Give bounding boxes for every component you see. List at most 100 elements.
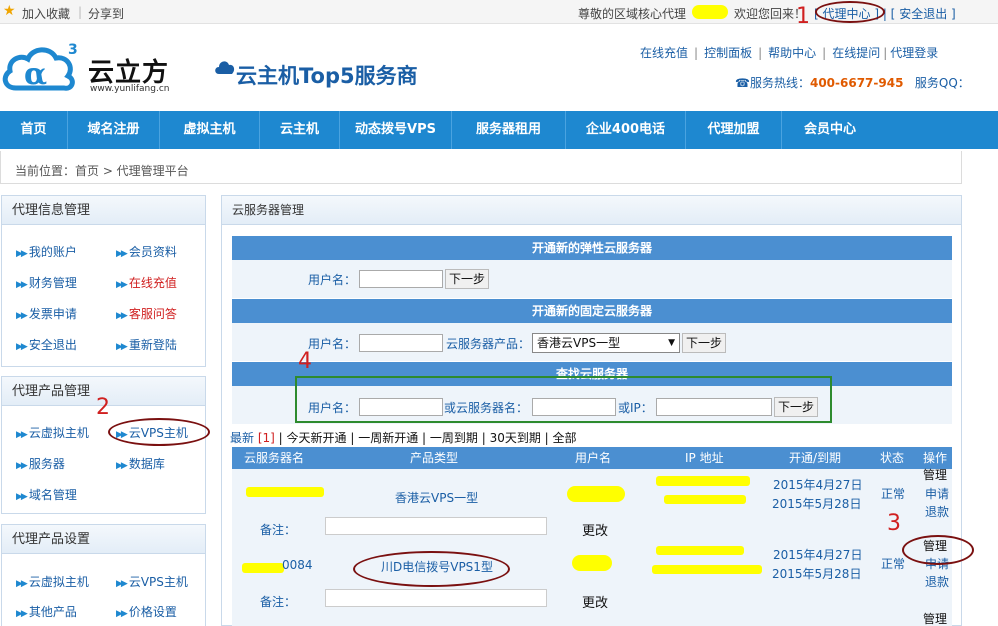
nav-domain[interactable]: 域名注册 [68,111,160,149]
redacted-username [572,555,612,571]
panel-title: 代理信息管理 [2,196,205,225]
filter-latest[interactable]: 最新 [230,431,254,445]
phone-icon: ☎ [735,76,750,90]
agent-login-link[interactable]: 代理登录 [890,46,938,60]
sidebar-item-relogin[interactable]: ▶▶ 重新登陆 [116,336,177,353]
dropdown-arrow-icon: ▼ [668,338,675,348]
nav-member-center[interactable]: 会员中心 [782,111,878,149]
row2-refund-link[interactable]: 退款 [925,573,949,590]
sidebar-item-domain-manage[interactable]: ▶▶ 域名管理 [16,486,77,503]
fixed-section-title: 开通新的固定云服务器 [232,299,952,323]
row1-refund-link[interactable]: 退款 [925,503,949,520]
filter-today[interactable]: 今天新开通 [287,431,347,445]
elastic-form: 用户名： 下一步 [232,260,952,298]
sidebar-item-my-account[interactable]: ▶▶ 我的账户 [16,243,77,260]
product-select[interactable]: 香港云VPS一型 ▼ [532,333,680,353]
row1-status: 正常 [881,487,906,501]
breadcrumb: 当前位置：首页 > 代理管理平台 [0,151,962,184]
sidebar-item-invoice[interactable]: ▶▶ 发票申请 [16,305,77,322]
row1-note-label: 备注： [260,523,297,537]
help-center-link[interactable]: 帮助中心 [768,46,816,60]
fixed-next-button[interactable]: 下一步 [682,333,727,353]
row1-update-button[interactable]: 更改 [582,520,608,539]
sidebar-item-cloud-virtual-host[interactable]: ▶▶ 云虚拟主机 [16,424,89,441]
svg-text:α: α [24,57,47,92]
redacted-server-name [246,487,324,497]
annotation-2: 2 [96,395,110,420]
filter-week-new[interactable]: 一周新开通 [358,431,418,445]
sidebar-item-other-products[interactable]: ▶▶ 其他产品 [16,603,77,620]
sidebar-item-server[interactable]: ▶▶ 服务器 [16,455,65,472]
hotline: ☎服务热线：400-6677-945 服务QQ： [735,74,970,91]
annotation-oval-cloud-vps [108,418,210,446]
sidebar-item-member-profile[interactable]: ▶▶ 会员资料 [116,243,177,260]
header-links: 在线充值 | 控制面板 | 帮助中心 | 在线提问 | 代理登录 [640,46,939,60]
sidebar-item-price-settings[interactable]: ▶▶ 价格设置 [116,603,177,620]
row1-product[interactable]: 香港云VPS一型 [395,489,478,506]
brand-url: www.yunlifang.cn [90,84,170,94]
sidebar-item-recharge[interactable]: ▶▶ 在线充值 [116,274,177,291]
row2-open-date: 2015年4月27日 [773,548,863,562]
redacted-server-name [242,563,284,573]
row2-update-button[interactable]: 更改 [582,592,608,611]
row2-server-name[interactable]: 0084 [282,558,313,572]
row1-open-date: 2015年4月27日 [773,478,863,492]
nav-agent-join[interactable]: 代理加盟 [686,111,782,149]
row2-note-label: 备注： [260,595,297,609]
row3-manage-link[interactable]: 管理 [923,610,947,626]
sidebar-item-database[interactable]: ▶▶ 数据库 [116,455,165,472]
filter-30day-expire[interactable]: 30天到期 [490,431,541,445]
nav-server-rental[interactable]: 服务器租用 [452,111,566,149]
filter-all[interactable]: 全部 [553,431,577,445]
panel-title: 代理产品设置 [2,525,205,554]
col-open-expire: 开通/到期 [789,451,842,465]
qq-label: 服务QQ： [914,76,970,90]
cloud-logo-icon[interactable]: α 3 [2,40,88,96]
agent-settings-panel: 代理产品设置 ▶▶ 云虚拟主机 ▶▶ 云VPS主机 ▶▶ 其他产品 ▶▶ 价格设置 [1,524,206,626]
divider: | [78,5,83,19]
sidebar-item-settings-vps[interactable]: ▶▶ 云VPS主机 [116,573,188,590]
nav-home[interactable]: 首页 [0,111,68,149]
main-nav: 首页 域名注册 虚拟主机 云主机 动态拨号VPS 服务器租用 企业400电话 代… [0,111,998,149]
elastic-username-input[interactable] [359,270,443,288]
row1-apply-link[interactable]: 申请 [925,485,949,502]
sidebar-item-support-qa[interactable]: ▶▶ 客服问答 [116,305,177,322]
logout-link[interactable]: 安全退出 [899,7,947,21]
col-status: 状态 [880,451,905,465]
annotation-oval-agent-center [815,1,885,23]
server-table-body: 香港云VPS一型 2015年4月27日 2015年5月28日 正常 管理 申请 … [232,466,952,626]
sidebar-item-finance[interactable]: ▶▶ 财务管理 [16,274,77,291]
redacted-username [567,486,625,502]
latest-count: [1] [257,431,275,445]
username-label: 用户名： [308,273,357,287]
filter-week-expire[interactable]: 一周到期 [430,431,478,445]
nav-400-phone[interactable]: 企业400电话 [566,111,686,149]
col-server-name: 云服务器名 [244,451,305,465]
fixed-username-input[interactable] [359,334,443,352]
nav-dynamic-vps[interactable]: 动态拨号VPS [340,111,452,149]
recharge-link[interactable]: 在线充值 [640,46,688,60]
share-link[interactable]: 分享到 [88,5,124,22]
ask-question-link[interactable]: 在线提问 [832,46,880,60]
row1-note-input[interactable] [325,517,547,535]
product-label: 云服务器产品： [446,337,531,351]
add-favorite-link[interactable]: 加入收藏 [22,5,70,22]
elastic-next-button[interactable]: 下一步 [445,269,490,289]
annotation-3: 3 [887,511,901,536]
nav-cloud-host[interactable]: 云主机 [260,111,340,149]
redacted-username [692,5,728,19]
sidebar-item-settings-virtual-host[interactable]: ▶▶ 云虚拟主机 [16,573,89,590]
annotation-1: 1 [796,4,810,29]
slogan: 云主机Top5服务商 [236,64,418,88]
redacted-ip [656,546,744,555]
row2-status: 正常 [881,557,906,571]
svg-text:3: 3 [68,42,78,58]
star-icon[interactable]: ★ [3,3,16,19]
sidebar-item-logout[interactable]: ▶▶ 安全退出 [16,336,77,353]
agent-info-panel: 代理信息管理 ▶▶ 我的账户 ▶▶ 会员资料 ▶▶ 财务管理 ▶▶ 在线充值 ▶▶ 发票申… [1,195,206,367]
control-panel-link[interactable]: 控制面板 [704,46,752,60]
row1-manage-link[interactable]: 管理 [923,466,947,483]
row2-note-input[interactable] [325,589,547,607]
breadcrumb-text: 当前位置：首页 > 代理管理平台 [15,164,189,178]
nav-virtual-host[interactable]: 虚拟主机 [160,111,260,149]
